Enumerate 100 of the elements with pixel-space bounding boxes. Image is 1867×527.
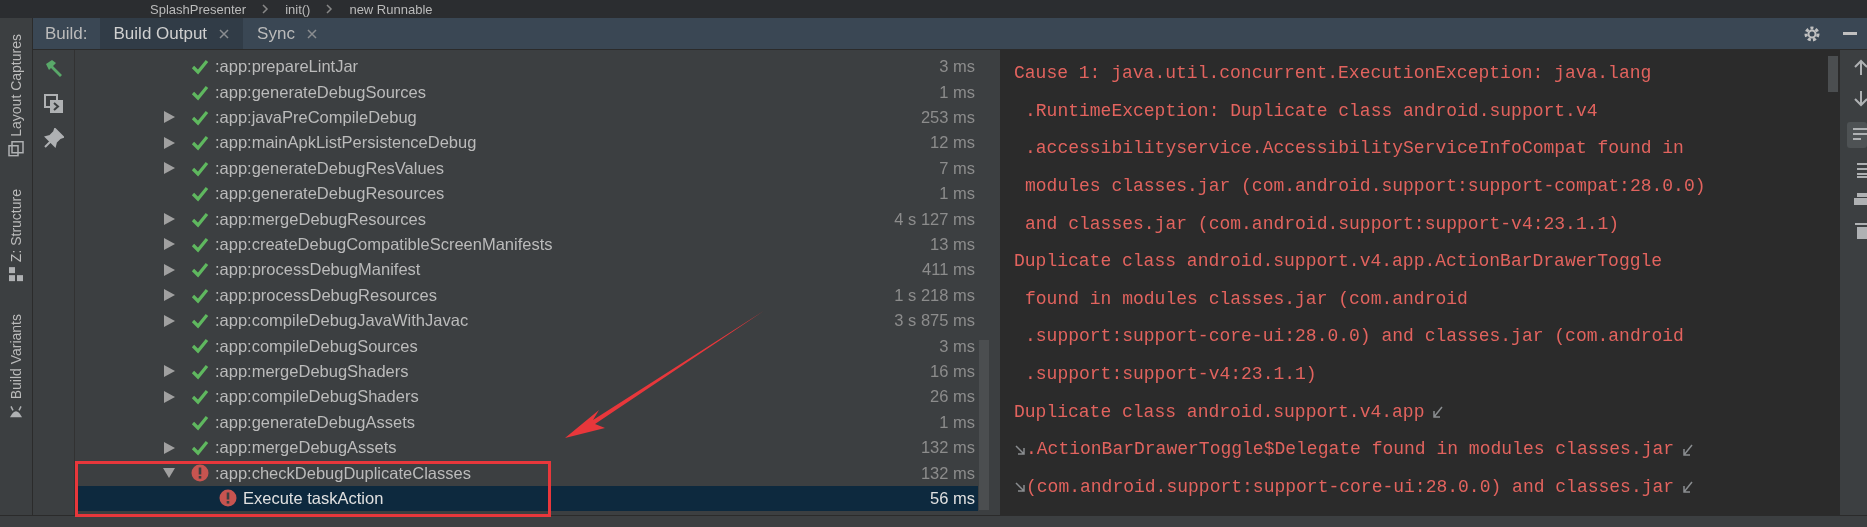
tree-row[interactable]: :app:javaPreCompileDebug 253 ms <box>75 104 978 131</box>
console-line: (com.android.support:support-core-ui:28.0.0) and classes.jar <box>1026 475 1675 499</box>
expand-arrow-icon[interactable] <box>163 238 175 251</box>
task-label: :app:processDebugManifest <box>215 259 421 281</box>
task-label: :app:mergeDebugAssets <box>215 437 397 459</box>
tree-row[interactable]: :app:compileDebugShaders 26 ms <box>75 384 978 410</box>
expand-arrow-icon[interactable] <box>163 365 175 378</box>
duration-text: 3 ms <box>939 335 975 357</box>
console-line: .support:support-core-ui:28.0.0) and classes.jar (com.android <box>1024 325 1684 349</box>
duration-text: 1 s 218 ms <box>894 284 975 306</box>
expand-arrow-icon[interactable] <box>163 136 175 149</box>
tree-row[interactable]: :app:generateDebugAssets 1 ms <box>75 409 978 435</box>
task-label: :app:generateDebugAssets <box>215 411 415 433</box>
minimize-icon[interactable] <box>1843 31 1857 36</box>
console-line: .support:support-v4:23.1.1) <box>1024 363 1317 387</box>
task-label: :app:mainApkListPersistenceDebug <box>215 132 477 154</box>
task-label: :app:checkDebugDuplicateClasses <box>215 462 471 484</box>
pin-icon[interactable] <box>43 128 64 148</box>
task-label: :app:compileDebugSources <box>215 335 418 357</box>
expand-arrow-icon[interactable] <box>163 263 175 276</box>
tree-row[interactable]: :app:mainApkListPersistenceDebug 12 ms <box>75 130 978 156</box>
task-label: :app:generateDebugResValues <box>215 157 445 179</box>
console-line: .RuntimeException: Duplicate class android.support.v4 <box>1024 99 1598 123</box>
duration-text: 3 ms <box>939 56 975 78</box>
task-label: :app:createDebugCompatibleScreenManifests <box>215 234 553 256</box>
tab[interactable]: Sync <box>243 18 331 49</box>
task-label: :app:prepareLintJar <box>215 56 359 78</box>
duration-text: 3 s 875 ms <box>894 310 975 332</box>
task-label: :app:mergeDebugResources <box>215 208 426 230</box>
settings-icon[interactable] <box>1803 24 1821 43</box>
duration-text: 56 ms <box>930 487 975 509</box>
chevron-icon <box>262 4 270 14</box>
duration-text: 26 ms <box>930 386 975 408</box>
task-label: :app:generateDebugSources <box>215 81 426 103</box>
collapse-arrow-icon[interactable] <box>163 466 175 479</box>
expand-arrow-icon[interactable] <box>163 441 175 454</box>
tree-row[interactable]: :app:mergeDebugAssets 132 ms <box>75 434 978 461</box>
duration-text: 1 ms <box>939 183 975 205</box>
expand-arrow-icon[interactable] <box>163 213 175 226</box>
tree-row[interactable]: :app:mergeDebugResources 4 s 127 ms <box>75 206 978 232</box>
duration-text: 16 ms <box>930 361 975 382</box>
side-tab[interactable]: Build Variants <box>5 313 27 420</box>
breadcrumb-item[interactable]: init() <box>285 2 311 16</box>
tree-row[interactable]: :app:generateDebugResources 1 ms <box>75 180 978 207</box>
expand-arrow-icon[interactable] <box>163 111 175 124</box>
close-icon[interactable] <box>306 28 317 39</box>
tree-row[interactable]: :app:generateDebugSources 1 ms <box>75 79 978 105</box>
console-line: .ActionBarDrawerToggle$Delegate found in modules classes.jar <box>1026 438 1675 462</box>
trash-icon[interactable] <box>1853 222 1867 240</box>
tree-row[interactable]: :app:generateDebugResValues 7 ms <box>75 155 978 181</box>
tree-row[interactable]: :app:checkDebugDuplicateClasses 132 ms <box>75 460 978 486</box>
down-arrow-icon[interactable] <box>1853 90 1867 108</box>
expand-arrow-icon[interactable] <box>163 289 175 302</box>
task-label: :app:compileDebugJavaWithJavac <box>215 310 469 332</box>
task-label: Execute taskAction <box>243 487 384 509</box>
duration-text: 12 ms <box>930 132 975 154</box>
expand-arrow-icon[interactable] <box>163 162 175 175</box>
console-line: modules classes.jar (com.android.support:support-compat:28.0.0) <box>1024 175 1706 199</box>
tree-row[interactable]: :app:createDebugCompatibleScreenManifests 13 ms <box>75 231 978 258</box>
captures-icon <box>8 140 24 157</box>
task-label: :app:compileDebugShaders <box>215 386 419 408</box>
duration-text: 132 ms <box>920 437 975 459</box>
tree-row[interactable]: :app:prepareLintJar 3 ms <box>75 54 978 80</box>
console-line: Cause 1: java.util.concurrent.ExecutionException: java.lang <box>1014 62 1652 86</box>
duration-text: 4 s 127 ms <box>894 208 975 230</box>
duration-text: 411 ms <box>922 259 975 281</box>
close-icon[interactable] <box>219 28 230 39</box>
task-label: :app:javaPreCompileDebug <box>215 107 417 129</box>
breadcrumb-item[interactable]: SplashPresenter <box>150 2 247 16</box>
tree-row[interactable]: :app:processDebugManifest 411 ms <box>75 257 978 283</box>
side-tab[interactable]: Layout Captures <box>5 34 27 157</box>
breadcrumb-item[interactable]: new Runnable <box>349 2 433 16</box>
duration-text: 7 ms <box>939 157 975 179</box>
soft-wrap-icon[interactable] <box>1847 122 1867 148</box>
duration-text: 1 ms <box>939 81 975 103</box>
up-arrow-icon[interactable] <box>1853 58 1867 76</box>
console-line: found in modules classes.jar (com.android <box>1024 287 1468 311</box>
scrollbar-thumb[interactable] <box>1828 56 1838 92</box>
chevron-icon <box>326 4 334 14</box>
task-label: :app:mergeDebugShaders <box>215 361 409 382</box>
console-line: and classes.jar (com.android.support:support-v4:23.1.1) <box>1024 212 1620 236</box>
task-label: :app:processDebugResources <box>215 284 437 306</box>
tree-row[interactable]: :app:compileDebugJavaWithJavac 3 s 875 ms <box>75 307 978 334</box>
tab[interactable]: Build Output <box>99 18 244 49</box>
structure-icon <box>8 265 24 282</box>
scrollbar-thumb[interactable] <box>979 340 989 510</box>
console-icon[interactable] <box>43 94 64 114</box>
tree-row[interactable]: Execute taskAction 56 ms <box>75 485 978 512</box>
expand-arrow-icon[interactable] <box>163 390 175 403</box>
console-line: Duplicate class android.support.v4.app.ActionBarDrawerToggle <box>1014 250 1663 274</box>
console-line: Duplicate class android.support.v4.app <box>1014 400 1425 424</box>
duration-text: 132 ms <box>920 462 975 484</box>
print-icon[interactable] <box>1853 192 1867 208</box>
tree-row[interactable]: :app:mergeDebugShaders 16 ms <box>75 358 978 385</box>
android-icon <box>8 403 24 420</box>
tree-row[interactable]: :app:processDebugResources 1 s 218 ms <box>75 282 978 308</box>
tree-row[interactable]: :app:compileDebugSources 3 ms <box>75 333 978 359</box>
console-line: .accessibilityservice.AccessibilityServiceInfoCompat found in <box>1024 137 1684 161</box>
side-tab[interactable]: Z: Structure <box>5 188 27 282</box>
expand-arrow-icon[interactable] <box>163 314 175 327</box>
